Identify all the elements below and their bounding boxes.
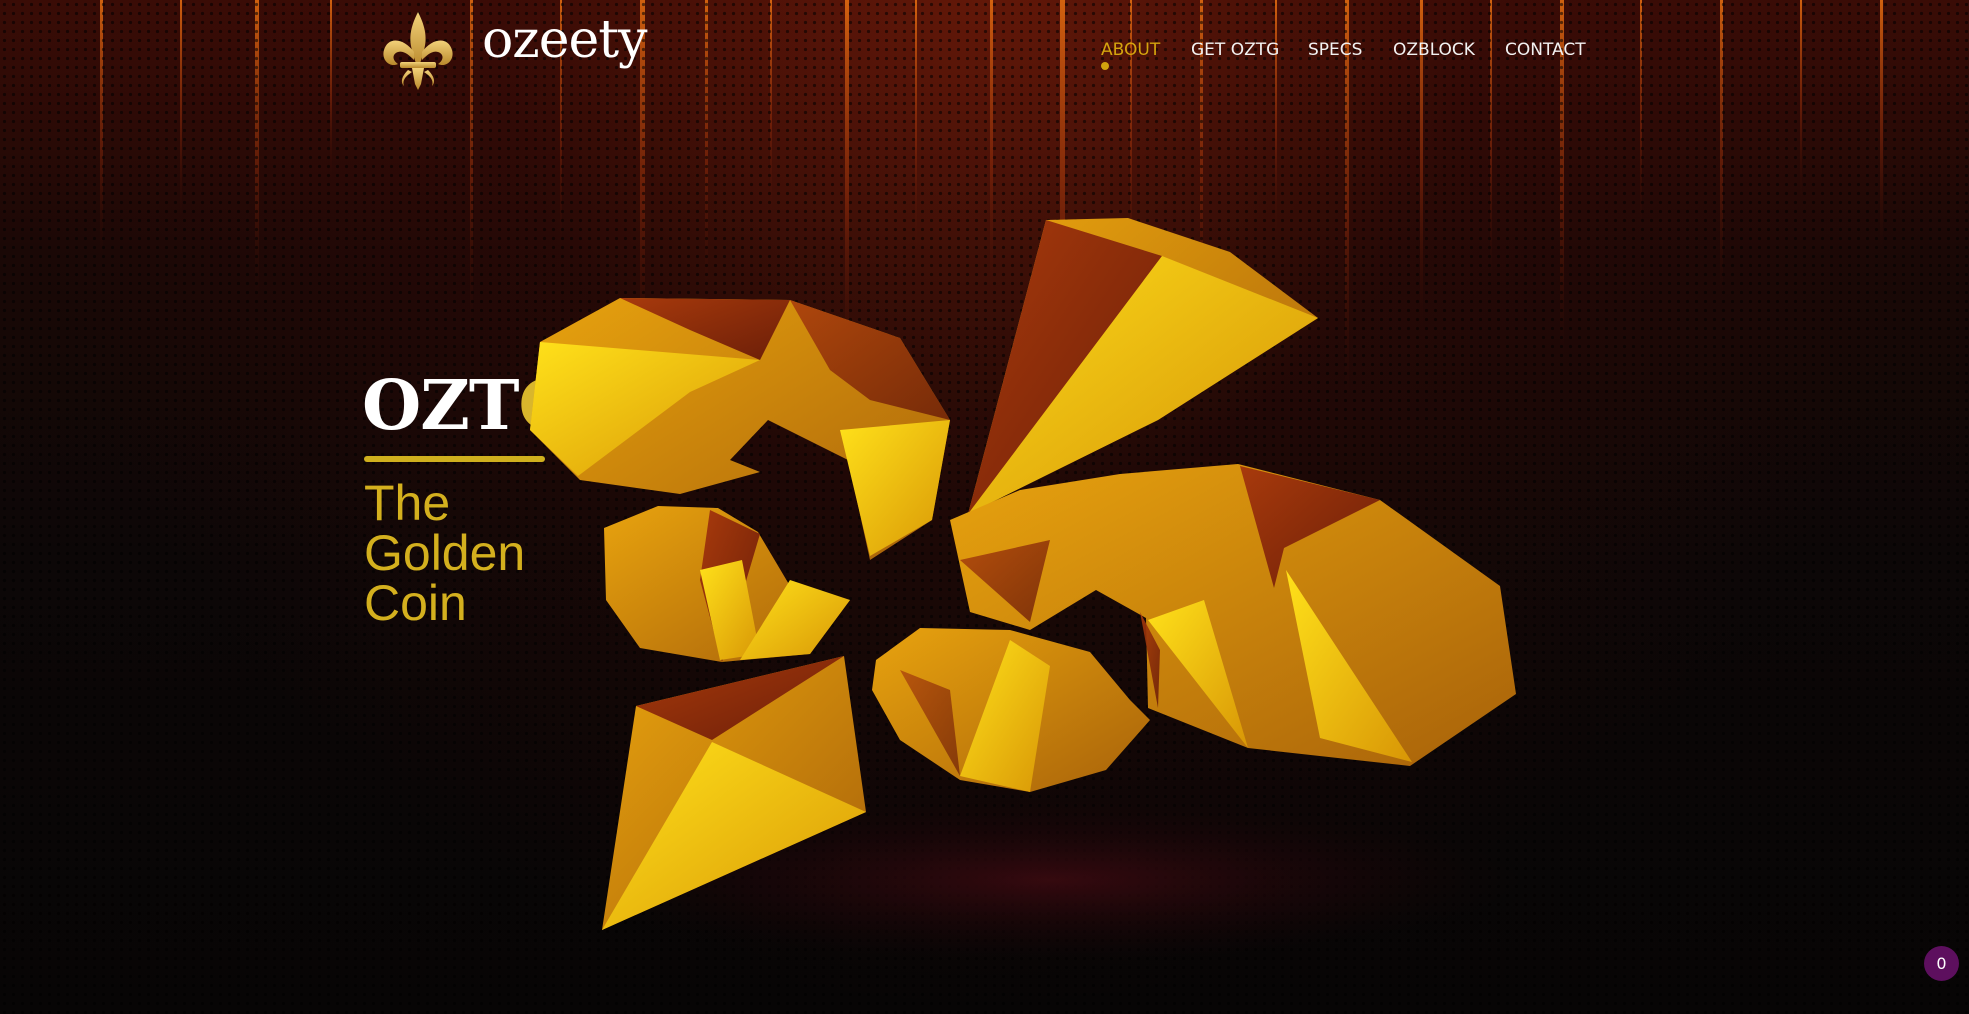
nav-item-contact[interactable]: CONTACT [1505,40,1586,60]
hero-title-main: OZT [362,366,519,446]
dot-pattern-overlay [0,0,1969,1014]
nav-item-get-oztg[interactable]: GET OZTG [1191,40,1279,60]
hero-subtitle: The Golden Coin [364,475,526,631]
hero-title: OZTG [362,372,577,440]
main-nav: ABOUT GET OZTG SPECS OZBLOCK CONTACT [0,40,1969,70]
hero-title-underline [364,456,545,462]
nav-item-about[interactable]: ABOUT [1101,40,1160,60]
nav-item-ozblock[interactable]: OZBLOCK [1393,40,1475,60]
page: ozeety ABOUT GET OZTG SPECS OZBLOCK CONT… [0,0,1969,1014]
notification-count-badge[interactable]: 0 [1924,946,1959,981]
active-nav-indicator [1101,62,1109,70]
golden-coin-graphic [530,218,1520,960]
nav-item-specs[interactable]: SPECS [1308,40,1362,60]
hero-title-accent: G [518,366,576,446]
background-streaks [100,0,1883,420]
